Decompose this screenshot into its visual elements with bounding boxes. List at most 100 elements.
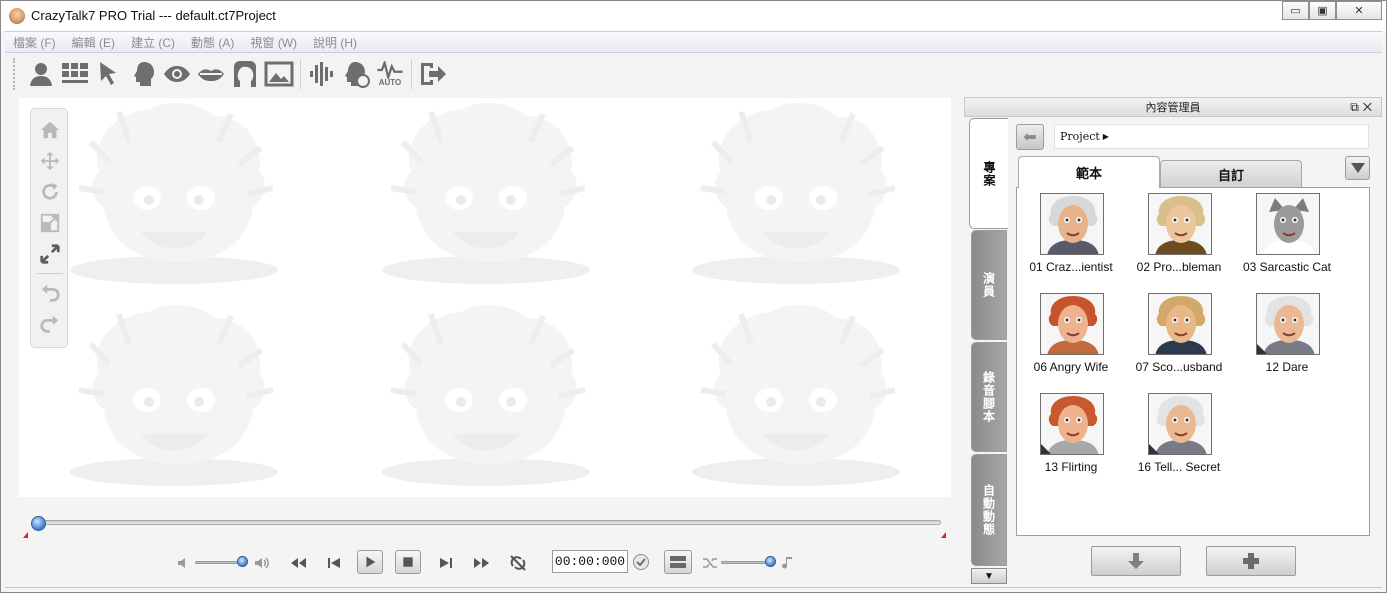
restore-icon: ▣ — [1317, 5, 1328, 17]
panel-close-icon[interactable]: ✕ — [1363, 100, 1376, 114]
toolbar-grip[interactable] — [13, 58, 16, 90]
close-button[interactable]: ✕ — [1336, 1, 1382, 20]
rewind-button[interactable] — [287, 552, 309, 574]
crazytalk-logo-icon — [9, 8, 25, 24]
content-item[interactable]: 12 Dare — [1234, 288, 1340, 380]
side-tabs-scroll-down-button[interactable]: ▼ — [971, 568, 1007, 584]
loop-toggle[interactable] — [507, 552, 529, 574]
volume-slider-knob[interactable] — [236, 556, 248, 567]
fit-button[interactable] — [38, 242, 62, 266]
menu-animation[interactable]: 動態 (A) — [191, 34, 234, 51]
actor-thumbnail[interactable] — [1256, 293, 1320, 355]
window-controls: ▭ ▣ ✕ — [1282, 1, 1382, 20]
face-sound-button[interactable] — [339, 57, 373, 91]
fast-forward-icon — [474, 558, 489, 568]
time-display[interactable]: 00:00:000 — [552, 550, 628, 573]
add-button[interactable] — [1206, 546, 1296, 576]
content-manager-panel: ⬅ Project ▶ 範本 自訂 01 Craz...ientist 02 Pro… — [1008, 118, 1382, 539]
rewind-icon — [291, 558, 306, 568]
content-manager-side-tabs: 專案 演員 錄音腳本 自動動態 — [969, 118, 1009, 586]
timeline-track[interactable] — [35, 520, 941, 525]
timeline-end-marker[interactable] — [941, 532, 946, 538]
timeline-toggle-button[interactable] — [664, 550, 692, 574]
clock-check-icon — [633, 554, 649, 570]
side-tab-project[interactable]: 專案 — [969, 118, 1009, 229]
image-button[interactable] — [262, 57, 296, 91]
undock-icon[interactable]: ⧉ — [1350, 100, 1363, 114]
content-item[interactable]: 01 Craz...ientist — [1018, 188, 1124, 280]
content-item[interactable]: 13 Flirting — [1018, 388, 1124, 480]
stage-preview[interactable] — [19, 98, 951, 497]
voice-wave-icon — [310, 62, 333, 86]
volume-high-icon — [251, 552, 273, 574]
minimize-icon: ▭ — [1290, 5, 1301, 17]
content-item-label: 12 Dare — [1265, 360, 1309, 374]
eye-button[interactable] — [160, 57, 194, 91]
redo-button[interactable] — [38, 312, 62, 336]
plus-icon — [1243, 553, 1259, 569]
undo-button[interactable] — [38, 281, 62, 305]
side-tab-auto-motion[interactable]: 自動動態 — [971, 454, 1007, 566]
content-item[interactable]: 07 Sco...usband — [1126, 288, 1232, 380]
tab-template[interactable]: 範本 — [1018, 156, 1160, 188]
content-item-label: 16 Tell... Secret — [1137, 460, 1221, 474]
home-button[interactable] — [38, 118, 62, 142]
menu-help[interactable]: 說明 (H) — [313, 34, 357, 51]
menu-window[interactable]: 視窗 (W) — [250, 34, 297, 51]
mouth-button[interactable] — [194, 57, 228, 91]
side-tab-actor[interactable]: 演員 — [971, 230, 1007, 340]
timeline-start-marker[interactable] — [23, 532, 28, 538]
stop-icon — [403, 557, 413, 567]
pointer-button[interactable] — [92, 57, 126, 91]
rotate-button[interactable] — [38, 180, 62, 204]
auto-motion-button[interactable]: AUTO — [373, 57, 407, 91]
maximize-button[interactable]: ▣ — [1309, 1, 1336, 20]
triangle-down-icon: ▼ — [984, 570, 994, 582]
content-item[interactable]: 03 Sarcastic Cat — [1234, 188, 1340, 280]
time-confirm-button[interactable] — [630, 551, 652, 573]
exit-button[interactable] — [416, 57, 450, 91]
scale-button[interactable] — [38, 211, 62, 235]
play-button[interactable] — [357, 550, 383, 574]
minimize-button[interactable]: ▭ — [1282, 1, 1309, 20]
content-item[interactable]: 06 Angry Wife — [1018, 288, 1124, 380]
side-tab-script[interactable]: 錄音腳本 — [971, 342, 1007, 452]
auto-label: AUTO — [378, 78, 402, 87]
layout-button[interactable] — [58, 57, 92, 91]
actor-thumbnail[interactable] — [1040, 393, 1104, 455]
menu-file[interactable]: 檔案 (F) — [13, 34, 56, 51]
menu-bar: 檔案 (F) 編輯 (E) 建立 (C) 動態 (A) 視窗 (W) 說明 (H… — [5, 31, 1382, 53]
next-frame-button[interactable] — [435, 552, 457, 574]
move-button[interactable] — [38, 149, 62, 173]
shuffle-icon — [699, 552, 721, 574]
view-options-dropdown[interactable] — [1345, 156, 1370, 180]
timeline-playhead[interactable] — [31, 516, 46, 531]
head-button[interactable] — [126, 57, 160, 91]
actor-thumbnail[interactable] — [1148, 393, 1212, 455]
fast-forward-button[interactable] — [471, 552, 493, 574]
path-breadcrumb[interactable]: Project ▶ — [1054, 124, 1369, 149]
face-sound-icon — [345, 62, 370, 88]
content-item[interactable]: 16 Tell... Secret — [1126, 388, 1232, 480]
speed-slider-knob[interactable] — [764, 556, 776, 567]
menu-create[interactable]: 建立 (C) — [131, 34, 175, 51]
breadcrumb-project[interactable]: Project — [1060, 130, 1100, 143]
actor-thumbnail[interactable] — [1040, 193, 1104, 255]
stop-button[interactable] — [395, 550, 421, 574]
content-item[interactable]: 02 Pro...bleman — [1126, 188, 1232, 280]
apply-button[interactable] — [1091, 546, 1181, 576]
window-title: CrazyTalk7 PRO Trial --- default.ct7Proj… — [31, 8, 276, 23]
face-profile-button[interactable] — [228, 57, 262, 91]
stage-side-toolbar — [30, 108, 68, 348]
voice-button[interactable] — [305, 57, 339, 91]
previous-frame-button[interactable] — [323, 552, 345, 574]
actor-thumbnail[interactable] — [1148, 293, 1212, 355]
actor-button[interactable] — [24, 57, 58, 91]
actor-thumbnail[interactable] — [1040, 293, 1104, 355]
actor-thumbnail[interactable] — [1256, 193, 1320, 255]
fit-icon — [40, 244, 60, 264]
actor-thumbnail[interactable] — [1148, 193, 1212, 255]
menu-edit[interactable]: 編輯 (E) — [72, 34, 115, 51]
back-button[interactable]: ⬅ — [1016, 124, 1044, 150]
tab-custom[interactable]: 自訂 — [1160, 160, 1302, 187]
